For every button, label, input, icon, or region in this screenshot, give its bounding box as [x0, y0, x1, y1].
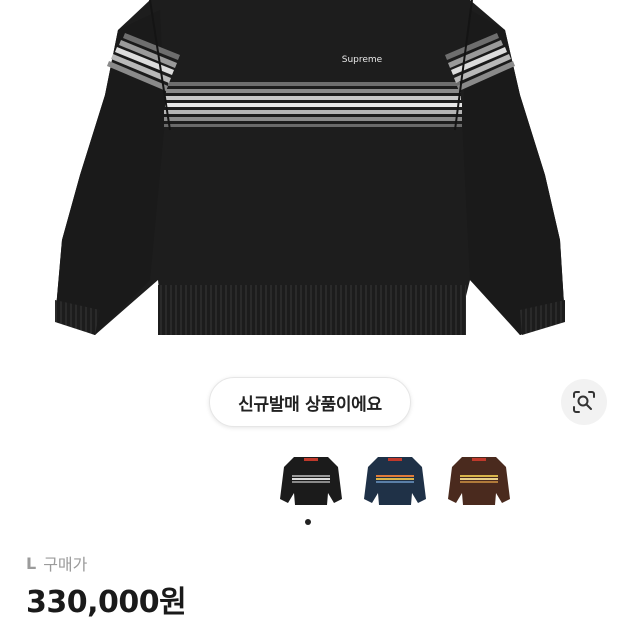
purchase-price-label: 구매가: [43, 555, 88, 574]
image-search-icon: [573, 391, 595, 413]
sweater-image: Supreme: [55, 0, 565, 335]
carousel-dot-active: [305, 519, 311, 525]
brand-logo-text: Supreme: [342, 55, 383, 65]
variant-thumbnail-brown[interactable]: [444, 450, 514, 512]
purchase-price: 330,000원: [26, 585, 187, 620]
image-search-button[interactable]: [561, 379, 607, 425]
variant-thumbnail-navy[interactable]: [360, 450, 430, 512]
new-release-badge-label: 신규발매 상품이에요: [238, 394, 382, 415]
sweater-thumbnail: [448, 457, 510, 505]
size-purchase-row: L 구매가: [26, 551, 87, 575]
carousel-indicator: [305, 519, 311, 525]
sweater-thumbnail: [364, 457, 426, 505]
product-hero-image[interactable]: Supreme: [0, 0, 620, 360]
variant-thumbnails: [276, 450, 514, 512]
new-release-badge[interactable]: 신규발매 상품이에요: [209, 377, 411, 427]
size-label: L: [26, 553, 37, 573]
variant-thumbnail-black[interactable]: [276, 450, 346, 512]
sweater-thumbnail: [280, 457, 342, 505]
